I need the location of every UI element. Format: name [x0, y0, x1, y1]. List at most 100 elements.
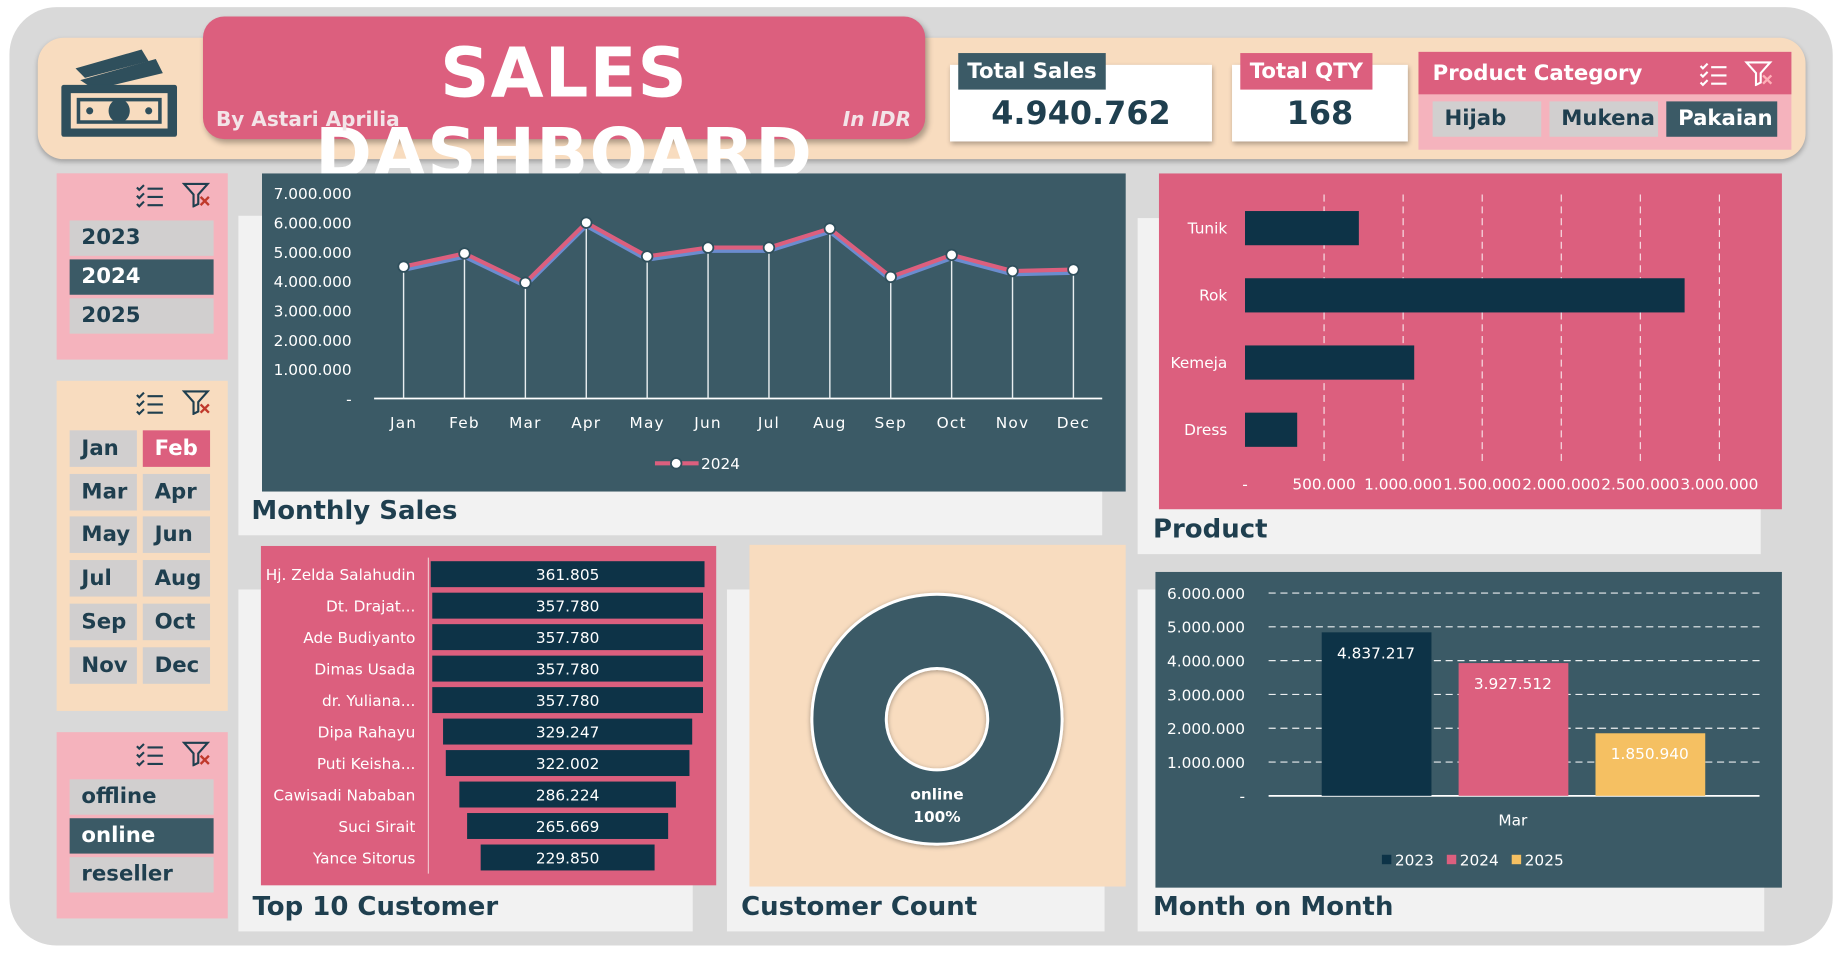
x-tick-label: Dec	[1057, 414, 1090, 432]
multi-select-icon[interactable]	[135, 742, 166, 768]
x-tick-label: 2.500.000	[1601, 475, 1679, 493]
year-slicer: 2023 2024 2025	[56, 173, 228, 360]
channel-slicer: offline online reseller	[56, 732, 228, 919]
month-option-jun[interactable]: Jun	[142, 516, 211, 554]
data-point	[823, 222, 837, 235]
data-label: 3.927.512	[1474, 675, 1552, 693]
channel-option-online[interactable]: online	[69, 818, 214, 854]
top10-title: Top 10 Customer	[252, 892, 499, 922]
x-tick-label: Feb	[449, 414, 480, 432]
slice-percent: 100%	[913, 808, 960, 826]
x-tick-label: 3.000.000	[1680, 475, 1758, 493]
data-label: 361.805	[536, 566, 599, 584]
total-qty-value: 168	[1286, 95, 1354, 133]
legend-label: 2024	[1460, 851, 1499, 869]
x-tick-label: Mar	[509, 414, 541, 432]
month-option-feb[interactable]: Feb	[142, 430, 211, 467]
y-tick-label: 7.000.000	[274, 185, 352, 203]
multi-select-icon[interactable]	[135, 390, 166, 416]
y-tick-label: Ade Budiyanto	[303, 629, 415, 647]
y-tick-label: 5.000.000	[274, 244, 352, 262]
y-tick-label: 6.000.000	[1167, 585, 1245, 603]
x-tick-label: Jun	[693, 414, 722, 432]
month-option-dec[interactable]: Dec	[142, 646, 211, 684]
data-point	[458, 247, 471, 260]
y-tick-label: Rok	[1199, 287, 1227, 305]
y-tick-label: 1.000.000	[274, 361, 352, 379]
product-chart: - 500.000 1.000.000 1.500.000 2.000.000 2.500…	[1158, 173, 1782, 510]
clear-filter-icon[interactable]	[181, 182, 213, 208]
money-icon	[61, 49, 178, 137]
author-label: By Astari Aprilia	[215, 108, 400, 133]
y-tick-label: Dimas Usada	[314, 661, 415, 679]
x-tick-label: May	[630, 414, 665, 432]
clear-filter-icon[interactable]	[1744, 60, 1775, 87]
month-option-jan[interactable]: Jan	[69, 430, 137, 467]
channel-option-reseller[interactable]: reseller	[69, 857, 214, 893]
x-tick-label: 1.000.000	[1364, 475, 1442, 493]
mom-title: Month on Month	[1152, 892, 1394, 922]
y-tick-label: 3.000.000	[274, 302, 352, 320]
y-tick-label: 5.000.000	[1167, 619, 1245, 637]
y-tick-label: Dress	[1184, 421, 1227, 439]
month-option-mar[interactable]: Mar	[69, 473, 137, 511]
x-tick-label: 1.500.000	[1443, 475, 1521, 493]
multi-select-icon[interactable]	[135, 183, 166, 209]
channel-option-offline[interactable]: offline	[69, 779, 214, 815]
monthly-sales-chart: - 1.000.000 2.000.000 3.000.000 4.000.000 5.0…	[261, 173, 1126, 492]
category-option-mukena[interactable]: Mukena	[1549, 101, 1659, 137]
y-tick-label: Yance Sitorus	[312, 849, 416, 867]
month-option-apr[interactable]: Apr	[142, 473, 211, 511]
bar-2025	[1595, 733, 1706, 796]
bar-kemeja	[1245, 345, 1415, 380]
x-tick-label: Sep	[875, 414, 907, 432]
multi-select-icon[interactable]	[1698, 61, 1729, 87]
data-label: 265.669	[536, 818, 599, 836]
x-tick-label: Nov	[996, 414, 1029, 432]
data-label: 1.850.940	[1611, 745, 1689, 763]
data-point	[519, 276, 532, 289]
month-option-oct[interactable]: Oct	[142, 603, 211, 640]
month-option-sep[interactable]: Sep	[69, 603, 137, 640]
data-point	[640, 250, 654, 263]
month-option-aug[interactable]: Aug	[142, 560, 211, 597]
month-option-may[interactable]: May	[69, 516, 137, 554]
year-option-2024[interactable]: 2024	[69, 259, 214, 295]
category-slicer-header: Product Category	[1418, 51, 1792, 95]
data-label: 357.780	[536, 692, 599, 710]
month-option-nov[interactable]: Nov	[69, 646, 137, 684]
month-slicer: Jan Feb Mar Apr May Jun Jul Aug Sep Oct Nov Dec	[56, 380, 228, 711]
category-option-hijab[interactable]: Hijab	[1432, 101, 1542, 137]
y-tick-label: Dipa Rahayu	[318, 723, 416, 741]
clear-filter-icon[interactable]	[181, 740, 213, 767]
legend-swatch	[1446, 854, 1457, 865]
top10-chart: 361.805 Hj. Zelda Salahudin 357.780 Dt. Dra…	[260, 545, 717, 886]
year-option-2025[interactable]: 2025	[69, 298, 214, 334]
legend-marker	[670, 457, 683, 470]
legend-swatch	[1511, 854, 1522, 865]
clear-filter-icon[interactable]	[181, 389, 213, 416]
legend-swatch	[1381, 854, 1392, 865]
y-tick-label: 3.000.000	[1167, 686, 1245, 704]
data-point	[1067, 263, 1080, 276]
y-tick-label: 1.000.000	[1167, 754, 1245, 772]
month-option-jul[interactable]: Jul	[69, 560, 137, 597]
data-label: 229.850	[536, 849, 599, 867]
data-label: 329.247	[536, 723, 599, 741]
x-tick-label: 2.000.000	[1522, 475, 1600, 493]
bar-tunik	[1245, 211, 1359, 246]
category-slicer-label: Product Category	[1432, 61, 1643, 87]
y-tick-label: 6.000.000	[274, 215, 352, 233]
x-tick-label: Mar	[1498, 811, 1528, 829]
legend-label: 2025	[1525, 851, 1564, 869]
x-tick-label: -	[1242, 475, 1248, 493]
legend-label: 2023	[1395, 851, 1434, 869]
total-sales-value: 4.940.762	[991, 95, 1171, 133]
title-box: SALES DASHBOARD By Astari Aprilia In IDR	[202, 16, 926, 193]
x-tick-label: Apr	[571, 414, 601, 432]
year-option-2023[interactable]: 2023	[69, 220, 214, 256]
y-tick-label: 2.000.000	[274, 332, 352, 350]
currency-note: In IDR	[842, 108, 912, 133]
category-option-pakaian[interactable]: Pakaian	[1666, 101, 1778, 137]
y-tick-label: Dt. Drajat...	[326, 598, 415, 616]
